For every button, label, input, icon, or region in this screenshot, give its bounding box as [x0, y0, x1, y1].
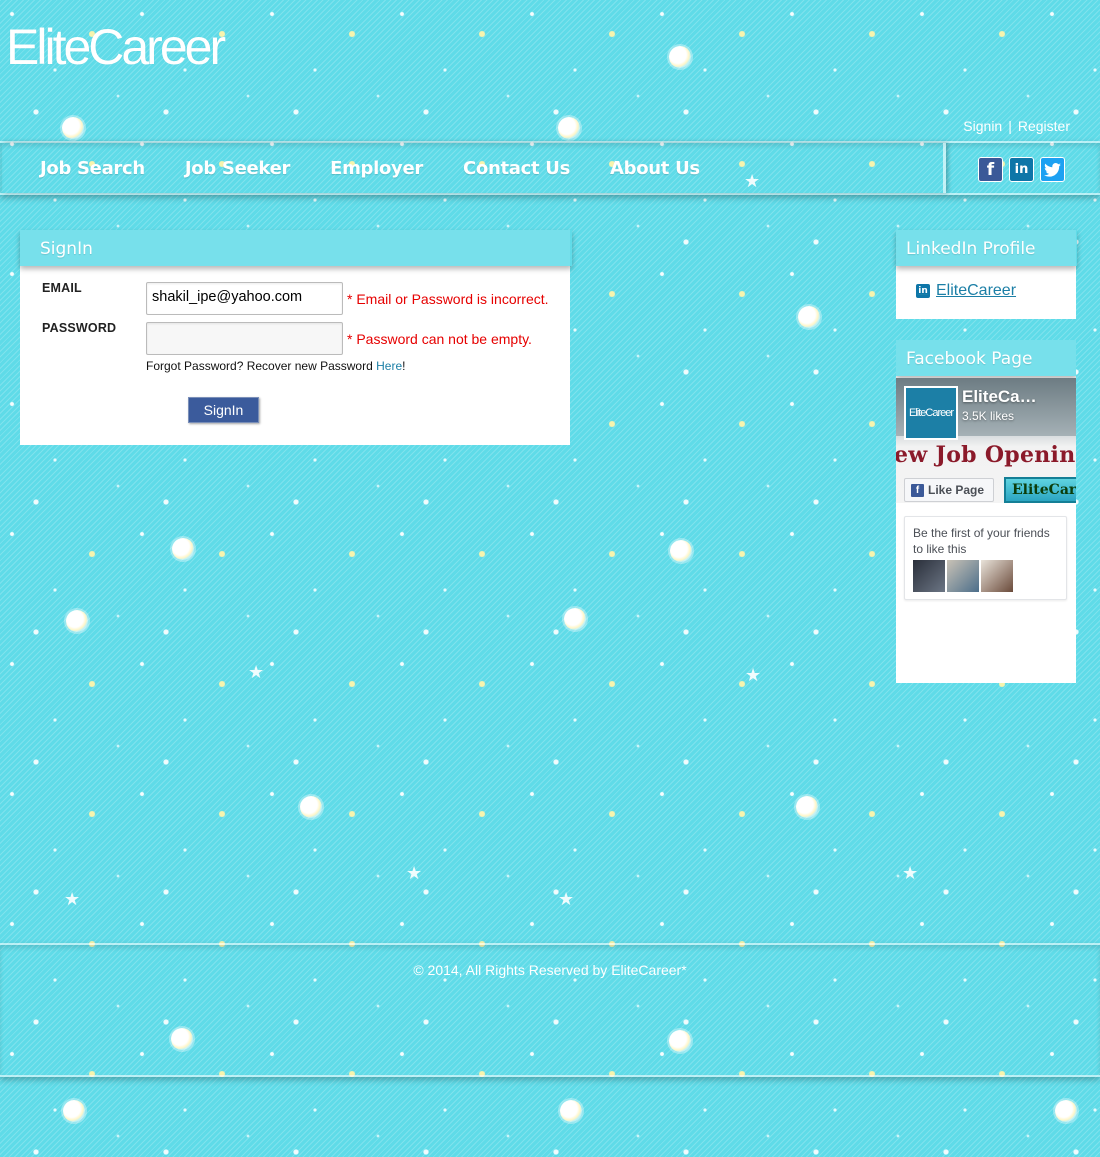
email-error: * Email or Password is incorrect. [347, 291, 549, 307]
facebook-page-avatar[interactable]: EliteCareer [904, 386, 958, 440]
nav-item-employer[interactable]: Employer [330, 158, 423, 179]
nav-item-contact-us[interactable]: Contact Us [463, 158, 570, 179]
facebook-icon[interactable]: f [978, 157, 1003, 182]
facebook-cover[interactable]: EliteCareer EliteCa… 3.5K likes ew Job O… [896, 378, 1076, 503]
facebook-panel: Facebook Page EliteCareer EliteCa… 3.5K … [896, 340, 1076, 683]
nav-menu: Job Search Job Seeker Employer Contact U… [2, 143, 946, 193]
star-icon: ★ [64, 889, 81, 909]
facebook-friend-avatars [913, 560, 1013, 592]
auth-links: Signin | Register [963, 118, 1070, 134]
auth-separator: | [1008, 118, 1012, 134]
email-label: EMAIL [42, 281, 82, 295]
linkedin-icon: in [916, 284, 930, 298]
password-field[interactable] [146, 322, 343, 355]
facebook-likes-count: 3.5K likes [962, 409, 1015, 423]
star-icon: ★ [406, 863, 423, 883]
facebook-page-name[interactable]: EliteCa… [962, 387, 1037, 407]
star-icon: ★ [248, 662, 265, 682]
facebook-icon: f [911, 483, 924, 497]
signin-button[interactable]: SignIn [188, 397, 259, 423]
planet-icon [560, 1100, 582, 1122]
star-icon: ★ [745, 665, 762, 685]
planet-icon [564, 608, 586, 630]
planet-icon [669, 46, 691, 68]
signin-title: SignIn [20, 230, 572, 266]
linkedin-title: LinkedIn Profile [896, 230, 1077, 266]
footer-copyright: © 2014, All Rights Reserved by EliteCare… [413, 962, 687, 978]
nav-item-about-us[interactable]: About Us [610, 158, 700, 179]
linkedin-profile-link[interactable]: in EliteCareer [916, 282, 1016, 300]
password-label: PASSWORD [42, 321, 117, 335]
social-links: f in [978, 157, 1065, 182]
star-icon: ★ [558, 889, 575, 909]
planet-icon [300, 796, 322, 818]
planet-icon [798, 306, 820, 328]
avatar[interactable] [913, 560, 945, 592]
site-logo[interactable]: EliteCareer [6, 22, 226, 72]
avatar[interactable] [947, 560, 979, 592]
register-link[interactable]: Register [1018, 118, 1070, 134]
facebook-title: Facebook Page [896, 340, 1076, 376]
facebook-like-button[interactable]: f Like Page [904, 478, 994, 502]
planet-icon [63, 1100, 85, 1122]
twitter-icon[interactable] [1040, 157, 1065, 182]
page-footer: © 2014, All Rights Reserved by EliteCare… [0, 943, 1100, 1077]
avatar[interactable] [981, 560, 1013, 592]
main-navbar: Job Search Job Seeker Employer Contact U… [0, 141, 1100, 195]
forgot-suffix: ! [402, 359, 406, 373]
facebook-friends-text: Be the first of your friends to like thi… [913, 526, 1050, 556]
planet-icon [670, 540, 692, 562]
password-error: * Password can not be empty. [347, 331, 532, 347]
signin-link[interactable]: Signin [963, 118, 1002, 134]
signin-panel: SignIn EMAIL shakil_ipe@yahoo.com * Emai… [20, 230, 572, 445]
linkedin-panel: LinkedIn Profile in EliteCareer [896, 230, 1077, 319]
planet-icon [558, 117, 580, 139]
planet-icon [66, 610, 88, 632]
facebook-brand-strip: EliteCare [1004, 477, 1076, 503]
facebook-cover-banner: ew Job Openin [896, 442, 1076, 468]
email-field[interactable]: shakil_ipe@yahoo.com [146, 282, 343, 315]
linkedin-profile-name: EliteCareer [936, 282, 1017, 299]
forgot-password-text: Forgot Password? Recover new Password He… [146, 359, 405, 373]
linkedin-icon[interactable]: in [1009, 157, 1034, 182]
star-icon: ★ [902, 863, 919, 883]
nav-item-job-search[interactable]: Job Search [40, 158, 145, 179]
planet-icon [1055, 1100, 1077, 1122]
recover-password-link[interactable]: Here [376, 359, 402, 373]
planet-icon [62, 117, 84, 139]
planet-icon [172, 538, 194, 560]
nav-item-job-seeker[interactable]: Job Seeker [185, 158, 290, 179]
facebook-friends-box: Be the first of your friends to like thi… [904, 516, 1067, 600]
forgot-password-label: Forgot Password? Recover new Password [146, 359, 377, 373]
facebook-like-label: Like Page [928, 483, 985, 497]
planet-icon [796, 796, 818, 818]
